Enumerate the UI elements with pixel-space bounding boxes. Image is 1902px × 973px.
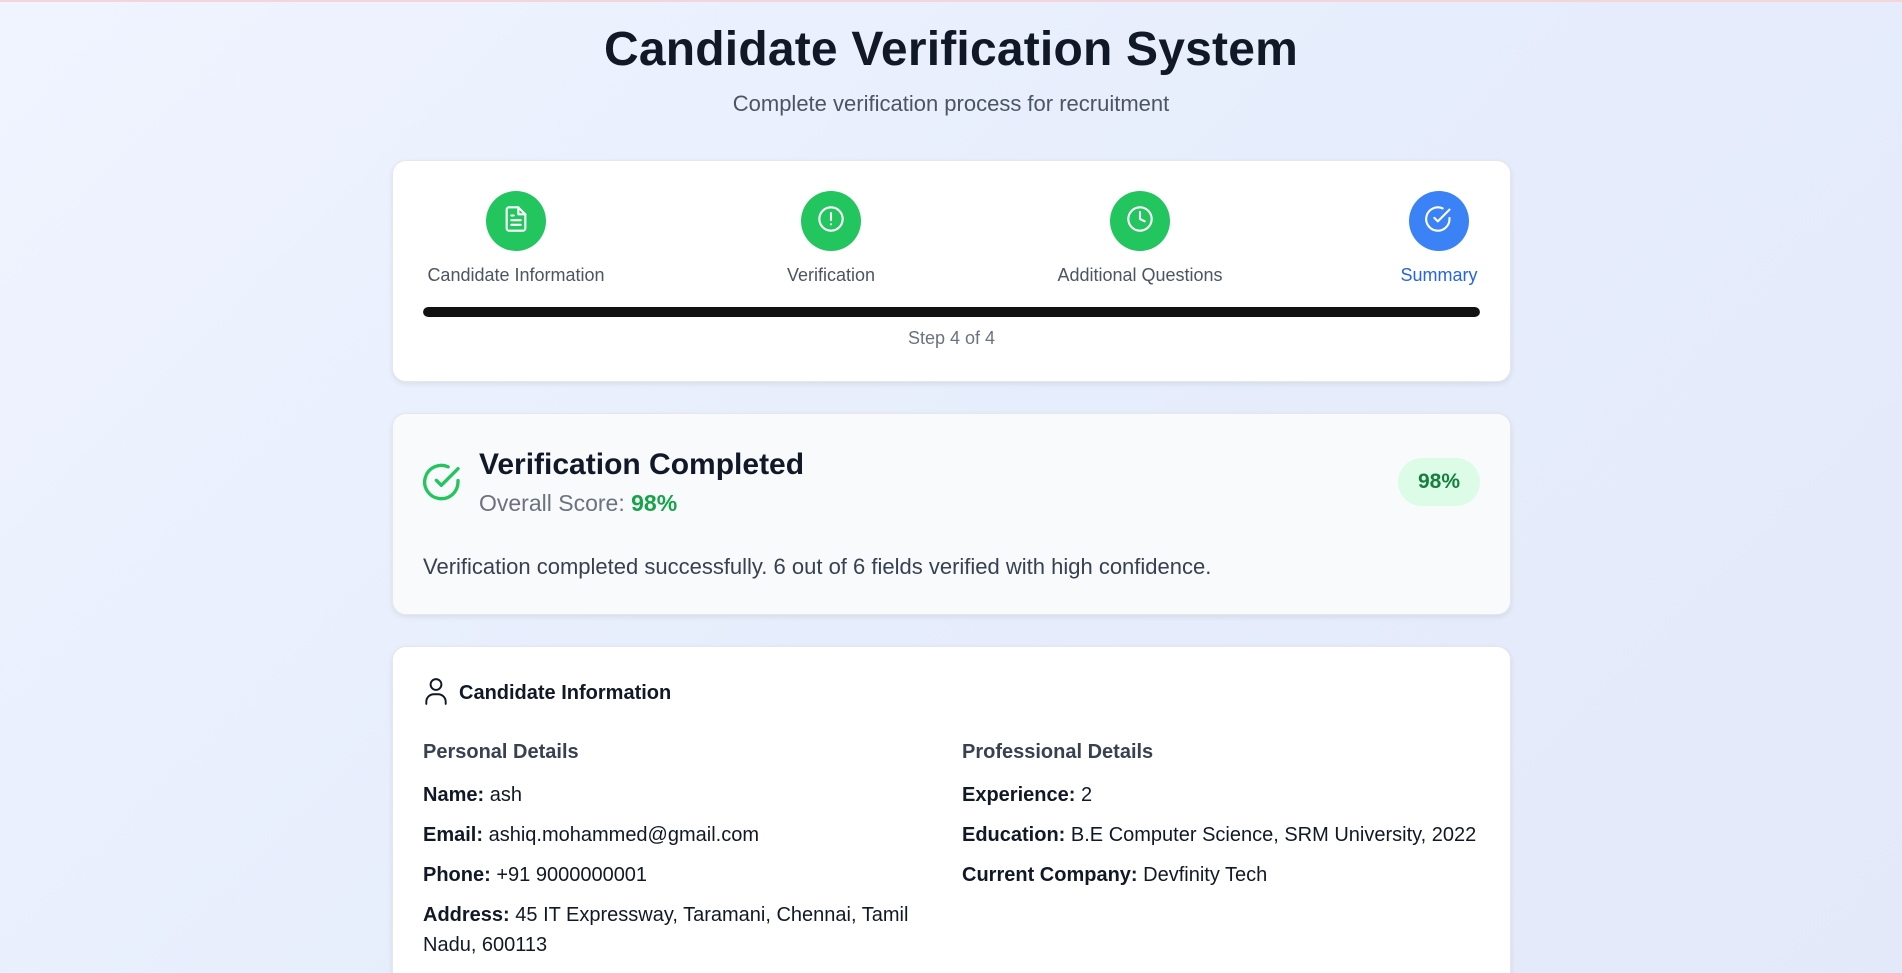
personal-details-heading: Personal Details — [423, 741, 579, 763]
candidate-information-title: Candidate Information — [459, 682, 672, 704]
personal-details-section: Personal Details Name: ash Email: ashiq.… — [423, 741, 943, 970]
candidate-information-header: Candidate Information — [423, 677, 671, 710]
check-circle-icon — [1425, 205, 1453, 238]
field-label: Email: — [423, 824, 484, 846]
page-title: Candidate Verification System — [603, 23, 1299, 76]
professional-details-heading: Professional Details — [962, 741, 1154, 763]
step-circle-completed — [801, 191, 861, 251]
step-label: Verification — [786, 265, 876, 285]
field-label: Current Company: — [962, 864, 1138, 886]
field-value: 2 — [1080, 784, 1093, 806]
field-education: Education: B.E Computer Science, SRM Uni… — [962, 820, 1482, 850]
step-additional-questions[interactable]: Additional Questions — [1020, 191, 1260, 286]
field-current-company: Current Company: Devfinity Tech — [962, 860, 1482, 890]
field-name: Name: ash — [423, 780, 943, 810]
alert-circle-icon — [817, 205, 845, 238]
step-label: Additional Questions — [1057, 265, 1223, 285]
field-email: Email: ashiq.mohammed@gmail.com — [423, 820, 943, 850]
overall-score: Overall Score: 98% — [479, 490, 677, 517]
candidate-information-card: Candidate Information Personal Details N… — [392, 646, 1511, 973]
progress-stepper-card: Candidate Information Verification Addit… — [392, 160, 1511, 382]
field-value: +91 9000000001 — [496, 864, 648, 886]
field-phone: Phone: +91 9000000001 — [423, 860, 943, 890]
verification-summary-card: Verification Completed Overall Score: 98… — [392, 413, 1511, 615]
field-address: Address: 45 IT Expressway, Taramani, Che… — [423, 900, 943, 960]
summary-message: Verification completed successfully. 6 o… — [423, 554, 1212, 579]
overall-score-value: 98% — [631, 490, 678, 516]
summary-title: Verification Completed — [479, 448, 805, 481]
step-summary[interactable]: Summary — [1319, 191, 1559, 286]
professional-details-section: Professional Details Experience: 2 Educa… — [962, 741, 1482, 900]
step-counter: Step 4 of 4 — [907, 328, 996, 348]
progress-bar — [423, 307, 1480, 317]
field-label: Education: — [962, 824, 1066, 846]
field-label: Name: — [423, 784, 485, 806]
step-label: Summary — [1400, 265, 1478, 285]
overall-score-label: Overall Score: — [479, 490, 625, 516]
field-value: ash — [489, 784, 522, 806]
clock-icon — [1126, 205, 1154, 238]
field-value: B.E Computer Science, SRM University, 20… — [1070, 824, 1477, 846]
field-label: Experience: — [962, 784, 1076, 806]
step-circle-completed — [1110, 191, 1170, 251]
check-circle-icon — [423, 462, 463, 507]
page-header: Candidate Verification System Complete v… — [0, 2, 1902, 117]
page-subtitle: Complete verification process for recrui… — [732, 91, 1170, 116]
step-circle-active — [1409, 191, 1469, 251]
user-icon — [423, 677, 449, 710]
step-label: Candidate Information — [427, 265, 605, 285]
field-value: ashiq.mohammed@gmail.com — [488, 824, 759, 846]
field-experience: Experience: 2 — [962, 780, 1482, 810]
score-badge: 98% — [1397, 458, 1480, 506]
step-circle-completed — [486, 191, 546, 251]
progress-bar-fill — [423, 307, 1480, 317]
field-label: Phone: — [423, 864, 491, 886]
field-label: Address: — [423, 904, 510, 926]
step-verification[interactable]: Verification — [711, 191, 951, 286]
document-icon — [502, 205, 530, 238]
field-value: Devfinity Tech — [1143, 864, 1268, 886]
step-candidate-information[interactable]: Candidate Information — [396, 191, 636, 286]
